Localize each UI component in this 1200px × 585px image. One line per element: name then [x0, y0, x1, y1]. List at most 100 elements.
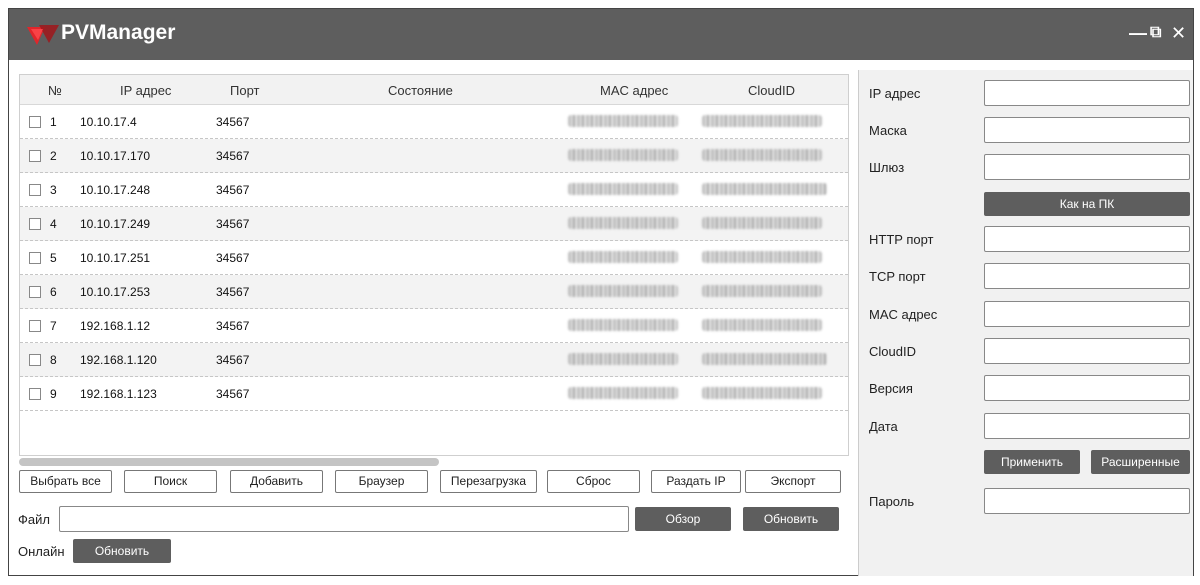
http-port-label: HTTP порт [869, 232, 934, 247]
row-ip: 10.10.17.170 [80, 149, 151, 163]
row-num: 5 [50, 251, 57, 265]
mac-input[interactable] [984, 301, 1190, 327]
row-num: 2 [50, 149, 57, 163]
apply-button[interactable]: Применить [984, 450, 1080, 474]
title-bar: PVManager — ⧉ ✕ [9, 9, 1193, 60]
table-row[interactable]: 9 192.168.1.123 34567 [20, 377, 848, 411]
app-window: PVManager — ⧉ ✕ № IP адрес Порт Состояни… [8, 8, 1194, 576]
table-header: № IP адрес Порт Состояние MAC адрес Clou… [20, 75, 848, 105]
device-settings-panel: IP адрес Маска Шлюз Как на ПК HTTP порт … [858, 70, 1193, 576]
mask-label: Маска [869, 123, 907, 138]
file-path-input[interactable] [59, 506, 629, 532]
row-checkbox[interactable] [29, 218, 41, 230]
version-label: Версия [869, 381, 913, 396]
password-input[interactable] [984, 488, 1190, 514]
row-cloudid-redacted [702, 251, 822, 263]
row-port: 34567 [216, 319, 250, 333]
row-num: 9 [50, 387, 57, 401]
row-cloudid-redacted [702, 115, 822, 127]
row-num: 8 [50, 353, 57, 367]
restore-icon[interactable]: ⧉ [1150, 22, 1161, 44]
table-row[interactable]: 4 10.10.17.249 34567 [20, 207, 848, 241]
row-mac-redacted [568, 319, 678, 331]
col-header-num[interactable]: № [48, 83, 62, 98]
row-port: 34567 [216, 115, 250, 129]
reset-button[interactable]: Сброс [547, 470, 640, 493]
table-row[interactable]: 7 192.168.1.12 34567 [20, 309, 848, 343]
row-cloudid-redacted [702, 183, 827, 195]
file-label: Файл [18, 512, 50, 527]
row-mac-redacted [568, 353, 678, 365]
mask-input[interactable] [984, 117, 1190, 143]
table-row[interactable]: 1 10.10.17.4 34567 [20, 105, 848, 139]
browse-button[interactable]: Обзор [635, 507, 731, 531]
col-header-port[interactable]: Порт [230, 83, 259, 98]
table-row[interactable]: 3 10.10.17.248 34567 [20, 173, 848, 207]
row-num: 6 [50, 285, 57, 299]
row-mac-redacted [568, 285, 678, 297]
reboot-button[interactable]: Перезагрузка [440, 470, 537, 493]
minimize-icon[interactable]: — [1129, 22, 1147, 44]
row-checkbox[interactable] [29, 286, 41, 298]
row-mac-redacted [568, 183, 678, 195]
date-label: Дата [869, 419, 898, 434]
file-update-button[interactable]: Обновить [743, 507, 839, 531]
row-port: 34567 [216, 149, 250, 163]
row-mac-redacted [568, 251, 678, 263]
select-all-button[interactable]: Выбрать все [19, 470, 112, 493]
row-checkbox[interactable] [29, 150, 41, 162]
row-checkbox[interactable] [29, 184, 41, 196]
cloudid-label: CloudID [869, 344, 916, 359]
row-ip: 10.10.17.251 [80, 251, 151, 265]
distribute-ip-button[interactable]: Раздать IP [651, 470, 741, 493]
as-pc-button[interactable]: Как на ПК [984, 192, 1190, 216]
cloudid-input[interactable] [984, 338, 1190, 364]
date-input[interactable] [984, 413, 1190, 439]
browser-button[interactable]: Браузер [335, 470, 428, 493]
row-mac-redacted [568, 387, 678, 399]
row-cloudid-redacted [702, 387, 822, 399]
table-row[interactable]: 2 10.10.17.170 34567 [20, 139, 848, 173]
search-button[interactable]: Поиск [124, 470, 217, 493]
password-label: Пароль [869, 494, 915, 509]
row-port: 34567 [216, 183, 250, 197]
row-checkbox[interactable] [29, 116, 41, 128]
row-port: 34567 [216, 353, 250, 367]
col-header-cloudid[interactable]: CloudID [748, 83, 795, 98]
device-table: № IP адрес Порт Состояние MAC адрес Clou… [19, 74, 849, 456]
row-num: 1 [50, 115, 57, 129]
row-checkbox[interactable] [29, 252, 41, 264]
horizontal-scrollbar[interactable] [19, 458, 439, 466]
col-header-state[interactable]: Состояние [388, 83, 453, 98]
col-header-mac[interactable]: MAC адрес [600, 83, 668, 98]
advanced-button[interactable]: Расширенные [1091, 450, 1190, 474]
online-label: Онлайн [18, 544, 65, 559]
ip-input[interactable] [984, 80, 1190, 106]
tcp-port-input[interactable] [984, 263, 1190, 289]
row-checkbox[interactable] [29, 320, 41, 332]
row-mac-redacted [568, 149, 678, 161]
row-checkbox[interactable] [29, 388, 41, 400]
ip-label: IP адрес [869, 86, 921, 101]
version-input[interactable] [984, 375, 1190, 401]
row-cloudid-redacted [702, 149, 822, 161]
add-button[interactable]: Добавить [230, 470, 323, 493]
table-row[interactable]: 8 192.168.1.120 34567 [20, 343, 848, 377]
mac-label: MAC адрес [869, 307, 938, 322]
row-port: 34567 [216, 387, 250, 401]
row-ip: 10.10.17.253 [80, 285, 151, 299]
row-num: 7 [50, 319, 57, 333]
close-icon[interactable]: ✕ [1171, 22, 1186, 44]
col-header-ip[interactable]: IP адрес [120, 83, 171, 98]
row-num: 3 [50, 183, 57, 197]
row-ip: 192.168.1.12 [80, 319, 151, 333]
table-row[interactable]: 6 10.10.17.253 34567 [20, 275, 848, 309]
table-row[interactable]: 5 10.10.17.251 34567 [20, 241, 848, 275]
row-checkbox[interactable] [29, 354, 41, 366]
online-update-button[interactable]: Обновить [73, 539, 171, 563]
row-port: 34567 [216, 217, 250, 231]
gateway-input[interactable] [984, 154, 1190, 180]
row-mac-redacted [568, 115, 678, 127]
export-button[interactable]: Экспорт [745, 470, 841, 493]
http-port-input[interactable] [984, 226, 1190, 252]
